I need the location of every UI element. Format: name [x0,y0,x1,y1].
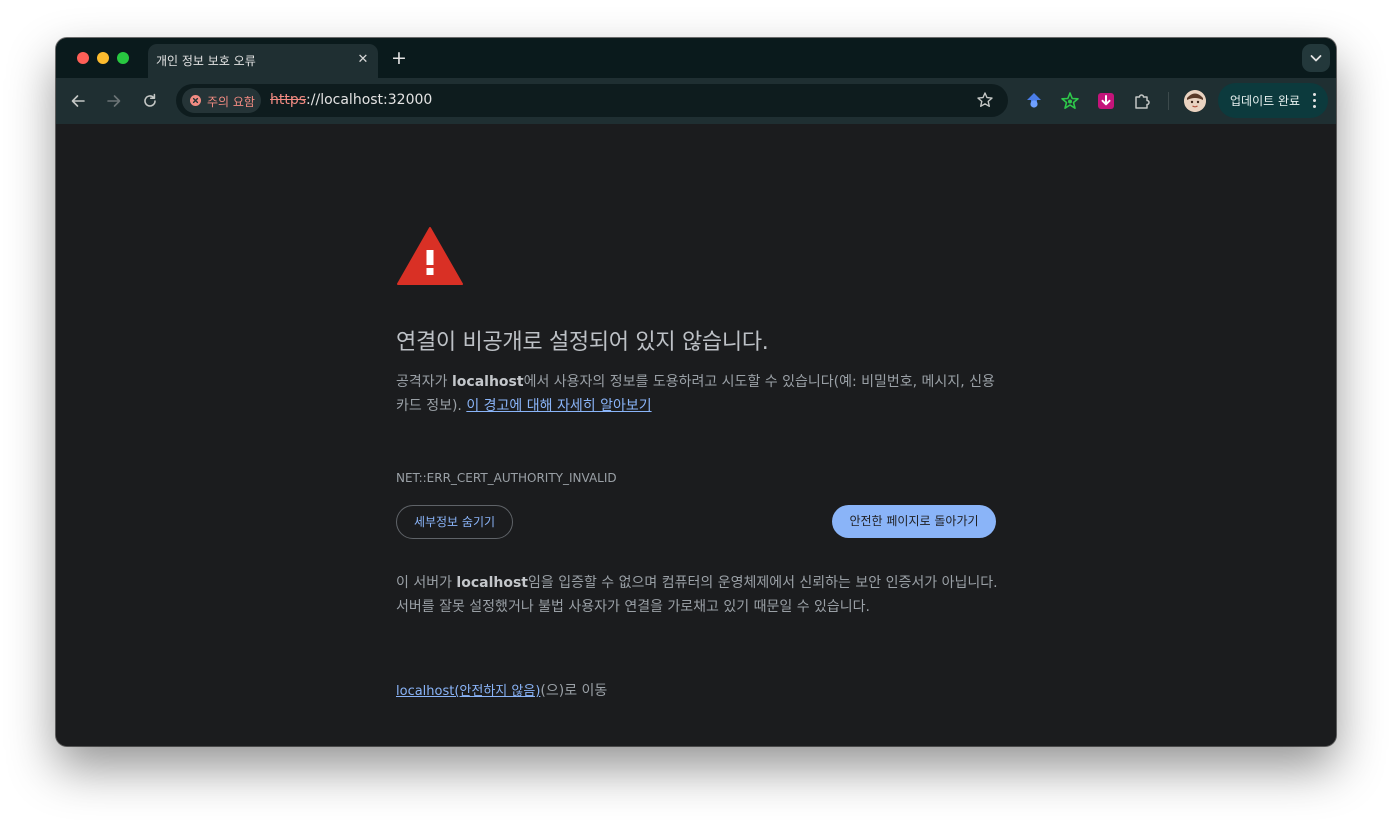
close-window-button[interactable] [77,52,89,64]
proceed-suffix: (으)로 이동 [540,683,608,699]
puzzle-icon[interactable] [1132,91,1152,111]
warning-triangle-icon [397,227,463,285]
toolbar: 주의 요함 https://localhost:32000 업데이트 완료 [56,78,1336,124]
security-chip-label: 주의 요함 [207,95,255,109]
forward-button[interactable] [100,87,128,115]
toolbar-divider [1168,92,1169,110]
tab-strip: 개인 정보 보호 오류 ✕ + [56,38,1336,78]
error-code[interactable]: NET::ERR_CERT_AUTHORITY_INVALID [396,471,617,485]
details-fragment: 이 서버가 [396,575,457,591]
url-host: ://localhost:32000 [306,92,433,108]
new-tab-button[interactable]: + [388,47,410,69]
tab-close-icon[interactable]: ✕ [354,51,372,69]
extension-blue-icon[interactable] [1024,91,1044,111]
update-button-label: 업데이트 완료 [1230,94,1301,108]
back-button[interactable] [64,87,92,115]
learn-more-link[interactable]: 이 경고에 대해 자세히 알아보기 [466,398,651,414]
hide-details-button[interactable]: 세부정보 숨기기 [396,505,513,539]
not-secure-icon [190,95,201,106]
update-button[interactable]: 업데이트 완료 [1218,83,1328,118]
download-extension-icon[interactable] [1096,91,1116,111]
description-text: 공격자가 [396,374,452,390]
arrow-right-icon [107,95,121,107]
chevron-down-icon [1310,55,1322,62]
tab-title: 개인 정보 보호 오류 [156,54,256,68]
tab-privacy-error[interactable]: 개인 정보 보호 오류 ✕ [148,44,378,78]
url-scheme: https [270,92,307,108]
profile-avatar[interactable] [1184,90,1206,112]
back-to-safety-button[interactable]: 안전한 페이지로 돌아가기 [832,505,996,538]
details-text: 이 서버가 localhost임을 입증할 수 없으며 컴퓨터의 운영체제에서 … [396,571,1011,619]
warning-description: 공격자가 localhost에서 사용자의 정보를 도용하려고 시도할 수 있습… [396,370,1001,418]
maximize-window-button[interactable] [117,52,129,64]
tab-search-button[interactable] [1302,44,1330,72]
proceed-line: localhost(안전하지 않음)(으)로 이동 [396,680,607,700]
reload-icon [144,93,156,107]
page-title: 연결이 비공개로 설정되어 있지 않습니다. [396,330,769,355]
interstitial-page: 연결이 비공개로 설정되어 있지 않습니다. 공격자가 localhost에서 … [56,124,1336,746]
bookmark-star-icon[interactable] [976,91,994,109]
details-host-name: localhost [456,575,528,591]
url-text[interactable]: https://localhost:32000 [270,92,432,108]
minimize-window-button[interactable] [97,52,109,64]
proceed-unsafe-link[interactable]: localhost(안전하지 않음) [396,684,540,699]
arrow-left-icon [71,95,85,107]
address-bar[interactable]: 주의 요함 https://localhost:32000 [176,84,1008,117]
kebab-icon [1313,93,1317,108]
extension-green-icon[interactable] [1060,91,1080,111]
reload-button[interactable] [136,87,164,115]
security-chip[interactable]: 주의 요함 [182,88,261,113]
host-name: localhost [451,374,524,390]
browser-window: 개인 정보 보호 오류 ✕ + 주의 요함 https://localhost:… [56,38,1336,746]
